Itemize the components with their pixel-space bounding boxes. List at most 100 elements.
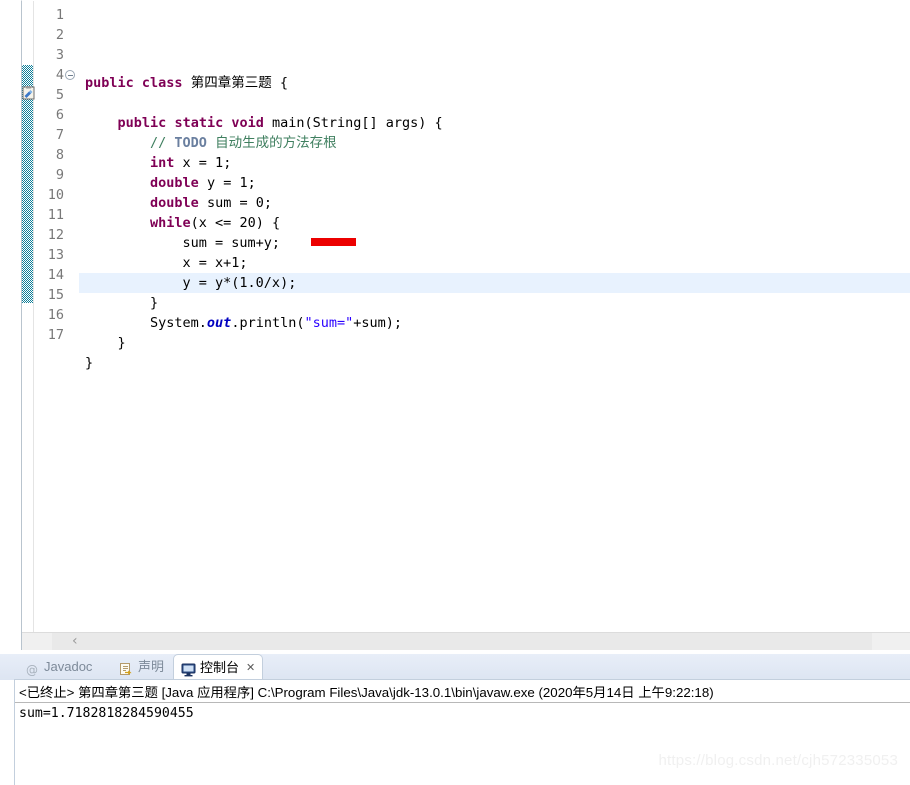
code-line[interactable]: int x = 1;	[79, 153, 910, 173]
watermark-text: https://blog.csdn.net/cjh572335053	[658, 752, 898, 769]
editor-code-area[interactable]: public class 第四章第三题 { public static void…	[79, 1, 910, 632]
task-todo-icon[interactable]	[22, 86, 35, 100]
scroll-left-arrow-icon[interactable]: ‹	[72, 633, 78, 651]
window-left-margin	[0, 0, 21, 650]
code-token: .println(	[231, 315, 305, 331]
code-line[interactable]: y = y*(1.0/x);	[79, 273, 910, 293]
tab-declaration[interactable]: 声明	[112, 654, 171, 680]
editor-line-number-ruler: 1 2 3 4 5 6 7 8 9 10 11 12 13 14 15 16 17	[34, 1, 75, 632]
code-token: sum = sum+y;	[85, 235, 281, 251]
change-bar-segment	[22, 65, 33, 303]
editor-change-ruler[interactable]	[22, 1, 35, 632]
code-token: 第四章第三题 {	[182, 75, 288, 91]
console-icon	[181, 660, 196, 677]
code-line[interactable]: // TODO 自动生成的方法存根	[79, 133, 910, 153]
code-token: +sum);	[353, 315, 403, 331]
code-line[interactable]: System.out.println("sum="+sum);	[79, 313, 910, 333]
svg-text:@: @	[26, 663, 38, 677]
tab-javadoc[interactable]: @ Javadoc	[18, 654, 99, 680]
tab-console-label: 控制台	[200, 659, 240, 675]
code-token: sum = 0;	[198, 195, 272, 211]
line-number: 6	[55, 107, 64, 123]
line-number: 15	[47, 287, 64, 303]
code-token: int	[150, 155, 175, 171]
editor-hscroll-thumb[interactable]	[52, 633, 872, 650]
line-number: 3	[55, 47, 64, 63]
line-number: 9	[55, 167, 64, 183]
line-number: 8	[55, 147, 64, 163]
tab-javadoc-label: Javadoc	[44, 659, 93, 674]
tab-console[interactable]: 控制台 ✕	[173, 654, 264, 681]
javadoc-at-icon: @	[25, 660, 40, 677]
close-icon[interactable]: ✕	[246, 655, 255, 681]
bottom-view-panel[interactable]: @ Javadoc 声明 控制台 ✕ <已终止> 第四章第三题 [Java 应用…	[0, 650, 910, 785]
code-token: }	[85, 295, 159, 311]
collapse-circle-minus-icon[interactable]	[65, 70, 75, 80]
code-token: double	[150, 195, 199, 211]
code-token: (x <= 20) {	[190, 215, 281, 231]
console-view[interactable]: <已终止> 第四章第三题 [Java 应用程序] C:\Program File…	[14, 679, 910, 785]
bottom-view-tabstrip[interactable]: @ Javadoc 声明 控制台 ✕	[0, 654, 910, 680]
line-number: 4	[34, 65, 75, 85]
code-token: double	[150, 175, 199, 191]
code-token: 自动生成的方法存根	[206, 135, 337, 151]
code-token: public	[85, 75, 134, 91]
line-number: 12	[47, 227, 64, 243]
code-line[interactable]: }	[79, 293, 910, 313]
code-token: y = y*(1.0/x);	[85, 275, 297, 291]
line-number: 1	[55, 7, 64, 23]
code-token: TODO	[174, 135, 207, 151]
code-line[interactable]: double sum = 0;	[79, 193, 910, 213]
code-line[interactable]: double y = 1;	[79, 173, 910, 193]
line-number: 5	[55, 87, 64, 103]
tab-declaration-label: 声明	[138, 659, 165, 674]
line-number: 17	[47, 327, 64, 343]
code-token: void	[231, 115, 264, 131]
code-token: }	[85, 335, 126, 351]
code-line[interactable]	[79, 373, 910, 393]
line-number: 16	[47, 307, 64, 323]
code-token: System.	[85, 315, 207, 331]
red-highlight-bar	[311, 238, 356, 246]
line-number: 10	[47, 187, 64, 203]
console-status-line: <已终止> 第四章第三题 [Java 应用程序] C:\Program File…	[15, 680, 910, 703]
line-number: 7	[55, 127, 64, 143]
java-editor-panel[interactable]: 1 2 3 4 5 6 7 8 9 10 11 12 13 14 15 16 17 public class 第…	[21, 0, 910, 650]
code-line[interactable]: }	[79, 353, 910, 373]
code-token: "sum="	[304, 315, 354, 331]
code-line[interactable]: x = x+1;	[79, 253, 910, 273]
editor-body[interactable]: 1 2 3 4 5 6 7 8 9 10 11 12 13 14 15 16 17 public class 第…	[22, 1, 910, 632]
code-line[interactable]	[79, 93, 910, 113]
code-token: static	[174, 115, 224, 131]
declaration-icon	[119, 660, 134, 675]
code-token: class	[141, 75, 183, 91]
code-token: main(String[] args) {	[263, 115, 443, 131]
line-number: 13	[47, 247, 64, 263]
code-token: }	[85, 355, 94, 371]
code-token: while	[150, 215, 191, 231]
code-token: x = x+1;	[85, 255, 248, 271]
code-line[interactable]: public static void main(String[] args) {	[79, 113, 910, 133]
code-line[interactable]: sum = sum+y;	[79, 233, 910, 253]
line-number: 11	[47, 207, 64, 223]
console-output-text: sum=1.7182818284590455	[19, 706, 194, 721]
code-line[interactable]: }	[79, 333, 910, 353]
line-number: 2	[55, 27, 64, 43]
editor-fold-column[interactable]	[66, 1, 79, 632]
code-line[interactable]: public class 第四章第三题 {	[79, 73, 910, 93]
code-token: //	[150, 135, 175, 151]
code-token: public	[117, 115, 167, 131]
code-line[interactable]	[79, 53, 910, 73]
editor-horizontal-scrollbar[interactable]: ‹	[22, 632, 910, 650]
code-token: y = 1;	[198, 175, 256, 191]
code-token: out	[206, 315, 232, 331]
code-line[interactable]: while(x <= 20) {	[79, 213, 910, 233]
code-token: x = 1;	[174, 155, 232, 171]
